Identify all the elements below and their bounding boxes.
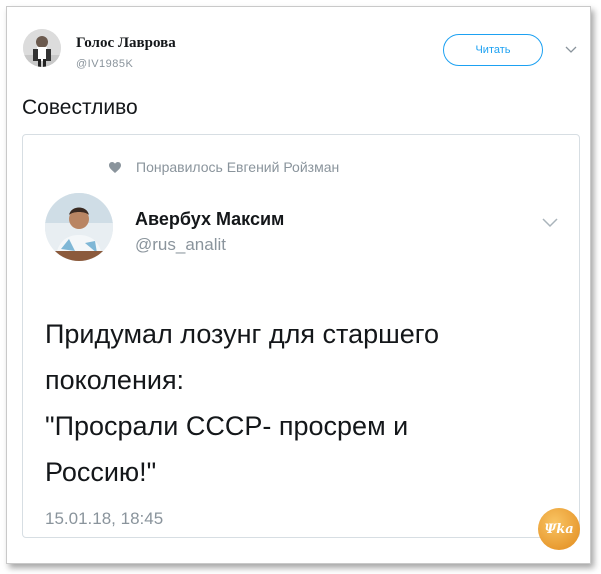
chevron-down-icon[interactable] xyxy=(541,215,559,229)
author-name[interactable]: Голос Лаврова xyxy=(76,35,176,52)
watermark-logo: Ψka xyxy=(538,508,580,550)
quoted-avatar[interactable] xyxy=(45,193,113,261)
avatar[interactable] xyxy=(23,29,61,67)
quoted-tweet-text: Придумал лозунг для старшего поколения: … xyxy=(45,319,440,487)
watermark-text: Ψka xyxy=(544,521,574,537)
liked-by-text: Понравилось Евгений Ройзман xyxy=(136,159,340,175)
quoted-tweet-card[interactable]: Понравилось Евгений Ройзман Авербух Макс… xyxy=(22,134,580,538)
quoted-timestamp[interactable]: 15.01.18, 18:45 xyxy=(45,509,163,529)
author-handle[interactable]: @IV1985K xyxy=(76,58,133,70)
heart-icon xyxy=(109,161,121,173)
liked-by-row: Понравилось Евгений Ройзман xyxy=(108,159,339,175)
quoted-author-handle[interactable]: @rus_analit xyxy=(135,235,226,255)
quoted-author-name[interactable]: Авербух Максим xyxy=(135,209,284,230)
follow-button[interactable]: Читать xyxy=(443,34,543,66)
chevron-down-icon[interactable] xyxy=(564,42,578,56)
tweet-text: Совестливо xyxy=(22,96,138,119)
